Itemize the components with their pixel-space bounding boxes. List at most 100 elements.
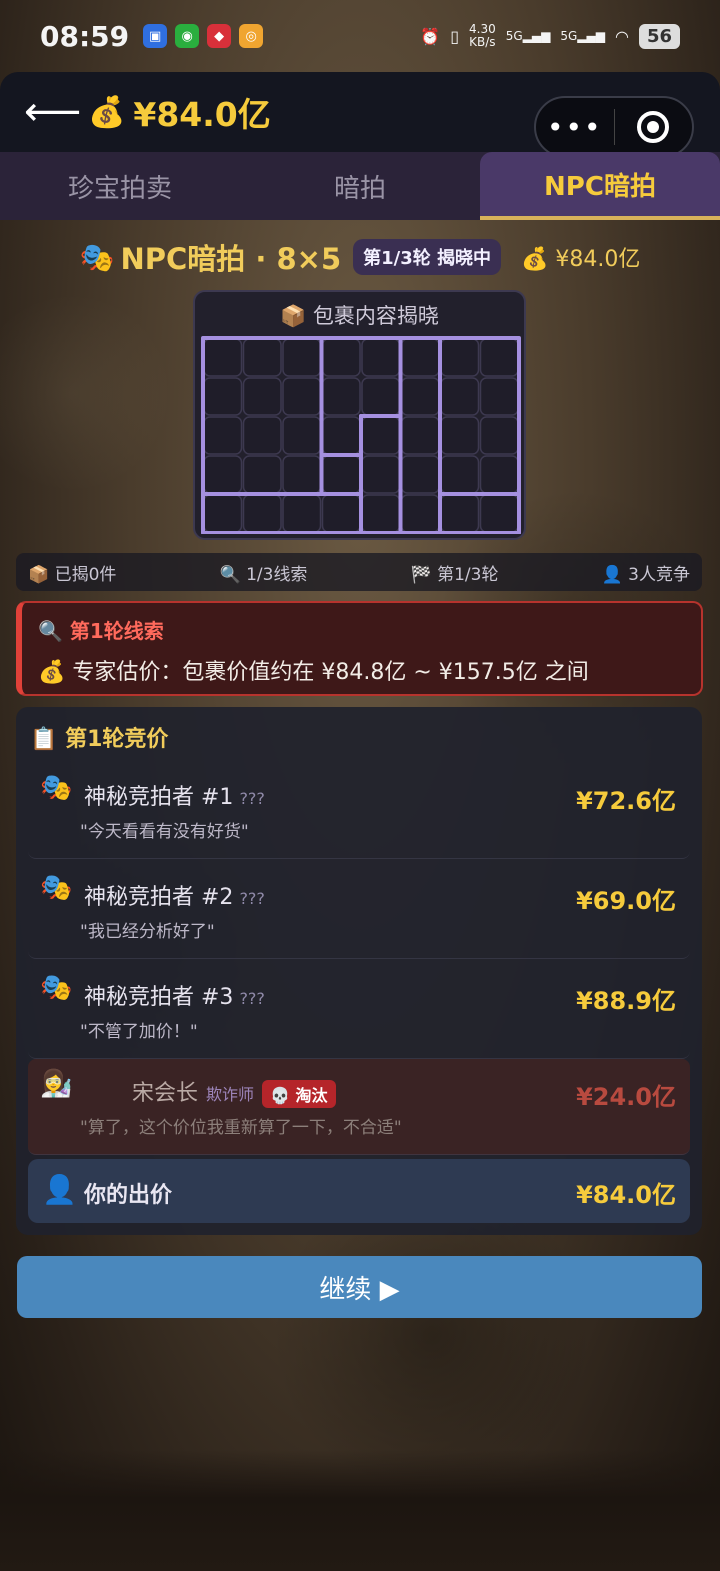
title-money: 💰 ¥84.0亿 [521,247,641,272]
package-grid-panel: 📦 包裹内容揭晓 [193,290,526,540]
grid-cell [242,338,282,377]
checkered-flag-icon: 🏁 [410,564,432,585]
clue-text: 💰 专家估价：包裹价值约在 ¥84.8亿 ~ ¥157.5亿 之间 [38,660,589,685]
person-icon: 👤 [601,564,623,585]
competitor-count: 👤 3人竞争 [601,564,690,585]
grid-cell [400,494,440,533]
your-bid-row: 👤 你的出价 ¥84.0亿 [28,1159,690,1223]
grid-cell [242,494,282,533]
grid-cell [440,494,480,533]
vibrate-icon: ▯ [450,26,459,46]
grid-cell [282,494,322,533]
bid-amount: ¥69.0亿 [576,887,676,915]
bidder-name: 神秘竞拍者 #2??? [84,885,265,910]
grid-cell [479,416,519,455]
grid-title: 📦 包裹内容揭晓 [280,304,439,328]
grid-cell [282,455,322,494]
game-title-row: 🎭 NPC暗拍 · 8×5 第1/3轮 揭晓中 💰 ¥84.0亿 [0,234,720,280]
tab-blind-auction[interactable]: 暗拍 [240,152,480,220]
theater-masks-icon: 🎭 [40,873,73,903]
grid-cell [479,494,519,533]
grid-cell [479,455,519,494]
eliminated-badge: 💀 淘汰 [262,1080,336,1108]
status-right: ⏰ ▯ 4.30 KB/s 5G▂▄▆ 5G▂▄▆ ◠ 56 [420,23,680,49]
grid-cell [479,338,519,377]
magnifier-icon: 🔍 [219,564,241,585]
your-bid-amount: ¥84.0亿 [576,1181,676,1209]
wechat-icon: ◉ [175,24,200,48]
bid-row: 🎭 神秘竞拍者 #3??? "不管了加价！" ¥88.9亿 [28,963,690,1059]
revealed-count: 📦 已揭0件 [28,564,117,585]
header-bar: ⟵ 💰 ¥84.0亿 ••• [0,72,720,158]
bidder-name: 宋会长 欺诈师 💀 淘汰 [132,1075,336,1108]
xiaohongshu-icon: ◆ [207,24,232,48]
grid-cell [321,494,361,533]
magnifier-icon: 🔍 [38,619,63,643]
signal-2: 5G▂▄▆ [560,29,605,43]
package-icon: 📦 [28,564,50,585]
tab-treasure-auction[interactable]: 珍宝拍卖 [0,152,240,220]
grid-cell [242,455,282,494]
header-balance: ¥84.0亿 [133,95,271,134]
grid-cell [361,494,401,533]
status-bar: 08:59 ▣ ◉ ◆ ◎ ⏰ ▯ 4.30 KB/s 5G▂▄▆ 5G▂▄▆ … [0,0,720,72]
bids-header: 📋 第1轮竞价 [30,727,169,752]
skull-icon: 💀 [270,1086,290,1105]
stats-bar: 📦 已揭0件 🔍 1/3线索 🏁 第1/3轮 👤 3人竞争 [16,553,702,591]
grid-cell [321,455,361,494]
grid-cell [400,416,440,455]
continue-button[interactable]: 继续 ▶ [17,1256,702,1318]
grid-cell [282,377,322,416]
grid-cell [203,338,243,377]
net-speed: 4.30 KB/s [469,22,496,49]
grid-cell [361,455,401,494]
tab-bar: 珍宝拍卖 暗拍 NPC暗拍 [0,152,720,220]
grid-cell [361,377,401,416]
round-count: 🏁 第1/3轮 [410,564,499,585]
round-status-badge: 第1/3轮 揭晓中 [353,239,502,275]
role-tag: 欺诈师 [206,1085,255,1104]
bid-row-eliminated: 👩‍🔬 宋会长 欺诈师 💀 淘汰 "算了，这个价位我重新算了一下，不合适" ¥24.… [28,1059,690,1155]
battery-indicator: 56 [638,23,680,49]
grid-cell [440,416,480,455]
grid-cell [242,377,282,416]
clue-box: 🔍 第1轮线索 💰 专家估价：包裹价值约在 ¥84.8亿 ~ ¥157.5亿 之… [16,601,703,696]
grid-cell [282,416,322,455]
package-icon: 📦 [280,304,307,328]
bottom-shade [0,1450,720,1571]
bidder-quote: "我已经分析好了" [80,922,215,942]
status-time: 08:59 [40,19,130,53]
wifi-icon: ◠ [614,26,629,46]
bidder-quote: "不管了加价！" [80,1022,198,1042]
miniprogram-capsule: ••• [534,96,694,158]
grid-cell [400,338,440,377]
grid-cell [282,338,322,377]
more-menu-icon[interactable]: ••• [536,111,614,144]
grid-cell [361,338,401,377]
theater-masks-icon: 🎭 [40,973,73,1003]
tab-npc-blind-auction[interactable]: NPC暗拍 [480,152,720,220]
theater-masks-icon: 🎭 [79,240,115,274]
your-bid-label: 你的出价 [84,1183,173,1208]
money-bag-icon: 💰 [38,660,66,685]
grid-cell [203,494,243,533]
bidder-name: 神秘竞拍者 #3??? [84,985,265,1010]
close-miniprogram-icon[interactable] [614,111,692,143]
bids-panel: 📋 第1轮竞价 🎭 神秘竞拍者 #1??? "今天看看有没有好货" ¥72.6亿… [16,707,702,1235]
bid-row: 🎭 神秘竞拍者 #1??? "今天看看有没有好货" ¥72.6亿 [28,763,690,859]
notification-icons: ▣ ◉ ◆ ◎ [143,24,264,48]
bidder-quote: "算了，这个价位我重新算了一下，不合适" [80,1118,402,1138]
package-grid [201,336,521,534]
app-notification-icon: ▣ [143,24,168,48]
grid-cell [440,338,480,377]
grid-cell [321,416,361,455]
bid-amount: ¥72.6亿 [576,787,676,815]
grid-cell [321,377,361,416]
clue-count: 🔍 1/3线索 [219,564,308,585]
clue-title: 🔍 第1轮线索 [38,619,164,643]
bid-amount: ¥24.0亿 [576,1083,676,1111]
clipboard-icon: 📋 [30,727,58,752]
back-arrow-icon[interactable]: ⟵ [24,89,84,135]
bid-amount: ¥88.9亿 [576,987,676,1015]
money-bag-icon: 💰 [88,94,126,130]
